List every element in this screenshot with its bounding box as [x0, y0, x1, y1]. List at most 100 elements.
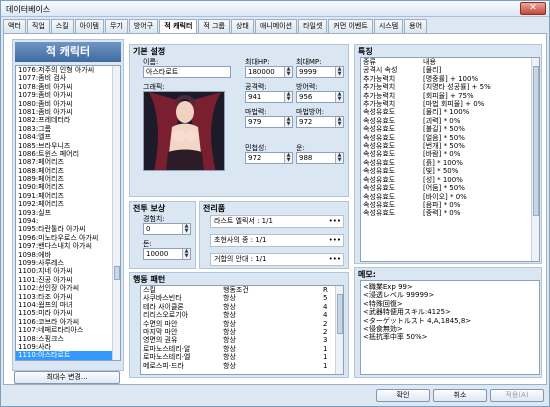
table-row[interactable]: 로마노스테리·엘 항상 1 — [141, 353, 337, 361]
list-item[interactable]: 1105:미라 아가씨 — [16, 309, 120, 317]
tab-8[interactable]: 상태 — [230, 19, 254, 33]
spin-arrows-icon[interactable]: ▲ ▼ — [335, 117, 343, 127]
name-field[interactable]: 아스타로트 — [143, 66, 231, 78]
list-item[interactable]: 1107:네페르타리아스 — [16, 326, 120, 334]
tab-4[interactable]: 무기 — [105, 19, 128, 33]
table-row[interactable]: 속성유효도 [물리] * 100% — [361, 108, 533, 116]
tab-0[interactable]: 액터 — [3, 19, 26, 33]
table-row[interactable]: 테라 사이클론 항상 4 — [141, 303, 337, 311]
spin-arrows-icon[interactable]: ▲ ▼ — [284, 153, 292, 163]
list-item[interactable]: 1092:페어리즈 — [16, 200, 120, 208]
spin-arrows-icon[interactable]: ▲ ▼ — [335, 92, 343, 102]
table-row[interactable]: 수면의 마안 항상 2 — [141, 320, 337, 328]
list-item[interactable]: 1096:미노타우로스 아가씨 — [16, 234, 120, 242]
maxhp-field[interactable]: 180000 ▲ ▼ — [245, 66, 293, 78]
cancel-button[interactable]: 취소 — [433, 389, 487, 402]
table-row[interactable]: 속성유효도 [흙] * 100% — [361, 159, 533, 167]
ok-button[interactable]: 확인 — [376, 389, 430, 402]
max-count-button[interactable]: 최대수 변경... — [14, 371, 120, 384]
tab-1[interactable]: 직업 — [26, 19, 50, 33]
list-item[interactable]: 1083:그롬 — [16, 125, 120, 133]
spin-arrows-icon[interactable]: ▲ ▼ — [284, 117, 292, 127]
spin-arrows-icon[interactable]: ▲ ▼ — [182, 249, 190, 259]
list-item[interactable]: 1087:페어리즈 — [16, 158, 120, 166]
spin-arrows-icon[interactable]: ▲ ▼ — [335, 153, 343, 163]
table-row[interactable]: 속성유효도 [얼음] * 50% — [361, 134, 533, 142]
mat-field[interactable]: 979 ▲ ▼ — [245, 116, 293, 128]
tab-7[interactable]: 적 그룹 — [198, 19, 230, 33]
enemy-list-scrollbar[interactable] — [112, 66, 120, 360]
table-row[interactable]: 추가능력치 [회피율] + 75% — [361, 92, 533, 100]
table-row[interactable]: 속성유효도 [성] * 100% — [361, 176, 533, 184]
table-row[interactable]: 속성유효도 [빛] * 50% — [361, 167, 533, 175]
tab-6[interactable]: 적 캐릭터 — [159, 19, 198, 34]
list-item[interactable]: 1106:코브라 아가씨 — [16, 318, 120, 326]
list-item[interactable]: 1100:지네 아가씨 — [16, 267, 120, 275]
table-row[interactable]: 추가능력치 [명중률] + 100% — [361, 75, 533, 83]
table-row[interactable]: 속성유효도 [음파] * 0% — [361, 201, 533, 209]
list-item[interactable]: 1090:페어리즈 — [16, 183, 120, 191]
table-row[interactable]: 속성유효도 [어둠] * 50% — [361, 184, 533, 192]
action-list-scrollbar[interactable] — [335, 286, 343, 374]
list-item[interactable]: 1093:실프 — [16, 209, 120, 217]
gold-field[interactable]: 10000 ▲ ▼ — [143, 248, 191, 260]
table-row[interactable]: 속성유효도 [바이오] * 0% — [361, 193, 533, 201]
list-item[interactable]: 1101:진공 아가씨 — [16, 276, 120, 284]
atk-field[interactable]: 941 ▲ ▼ — [245, 91, 293, 103]
exp-field[interactable]: 0 ▲ ▼ — [143, 223, 191, 235]
table-row[interactable]: 마지막 마안 항상 2 — [141, 328, 337, 336]
table-row[interactable]: 리리스오로기아 항상 4 — [141, 311, 337, 319]
tab-12[interactable]: 시스템 — [373, 19, 404, 33]
list-item[interactable]: 1095:타란툴라 아가씨 — [16, 225, 120, 233]
tab-9[interactable]: 애니메이션 — [254, 19, 298, 33]
spin-arrows-icon[interactable]: ▲ ▼ — [182, 224, 190, 234]
table-row[interactable]: 로마노스테리·알 항상 1 — [141, 345, 337, 353]
table-row[interactable]: 공격시 속성 [물리] — [361, 66, 533, 74]
list-item[interactable]: 1102:선인장 아가씨 — [16, 284, 120, 292]
agi-field[interactable]: 972 ▲ ▼ — [245, 152, 293, 164]
list-item[interactable]: 1091:페어리즈 — [16, 192, 120, 200]
spin-arrows-icon[interactable]: ▲ ▼ — [284, 67, 292, 77]
tab-13[interactable]: 용어 — [404, 19, 428, 33]
drop-item-1[interactable]: 라스트 엘릭서 : 1/1 ••• — [210, 215, 344, 228]
def-field[interactable]: 956 ▲ ▼ — [296, 91, 344, 103]
tab-11[interactable]: 커먼 이벤트 — [328, 19, 373, 33]
drop-item-3[interactable]: 거합의 안대 : 1/1 ••• — [210, 253, 344, 266]
table-row[interactable]: 속성유효도 [괴력] * 0% — [361, 117, 533, 125]
luk-field[interactable]: 988 ▲ ▼ — [296, 152, 344, 164]
list-item[interactable]: 1110:아스타로트 — [16, 351, 120, 360]
scroll-thumb[interactable] — [533, 66, 539, 216]
action-list[interactable]: 스킬 행동조건 R 사쿠바스빈타 항상 5 테라 사이클론 항상 4 리리스오로기아 항상 4 수면의 … — [140, 285, 344, 375]
list-item[interactable]: 1098:에바 — [16, 251, 120, 259]
list-item[interactable]: 1088:페어리즈 — [16, 167, 120, 175]
trait-list-scrollbar[interactable] — [531, 58, 539, 261]
tab-10[interactable]: 타일셋 — [298, 19, 328, 33]
trait-list[interactable]: 종류 내용 공격시 속성 [물리] 추가능력치 [명중률] + 100% 추가능력치 [치명타… — [360, 57, 540, 262]
table-row[interactable]: 메로스피·드라 항상 1 — [141, 362, 337, 370]
list-item[interactable]: 1077:좀비 검사 — [16, 74, 120, 82]
scroll-thumb[interactable] — [337, 294, 343, 334]
list-item[interactable]: 1078:좀비 아가씨 — [16, 83, 120, 91]
list-item[interactable]: 1082:프레데터라 — [16, 116, 120, 124]
table-row[interactable]: 속성유효도 [중력] * 0% — [361, 209, 533, 217]
table-row[interactable]: 추가능력치 [치명타 성공률] + 5% — [361, 83, 533, 91]
list-item[interactable]: 1084:엘프 — [16, 133, 120, 141]
drop-item-2[interactable]: 초현사의 종 : 1/1 ••• — [210, 234, 344, 247]
list-item[interactable]: 1080:좀비 아가씨 — [16, 100, 120, 108]
spin-arrows-icon[interactable]: ▲ ▼ — [284, 92, 292, 102]
list-item[interactable]: 1085:브라우니즈 — [16, 142, 120, 150]
apply-button[interactable]: 적용(A) — [490, 389, 544, 402]
scroll-thumb[interactable] — [114, 266, 120, 280]
table-row[interactable]: 속성유효도 [바람] * 0% — [361, 150, 533, 158]
maxmp-field[interactable]: 9999 ▲ ▼ — [296, 66, 344, 78]
tab-5[interactable]: 방어구 — [128, 19, 159, 33]
enemy-graphic[interactable] — [143, 91, 225, 171]
enemy-list[interactable]: 1076:저주의 인형 아가씨 1077:좀비 검사 1078:좀비 아가씨 1079… — [15, 65, 121, 361]
table-row[interactable]: 속성유효도 [번개] * 50% — [361, 142, 533, 150]
spin-arrows-icon[interactable]: ▲ ▼ — [335, 67, 343, 77]
list-item[interactable]: 1108:스핑크스 — [16, 335, 120, 343]
table-row[interactable]: 영면의 권유 항상 3 — [141, 336, 337, 344]
list-item[interactable]: 1079:좀비 아가씨 — [16, 91, 120, 99]
list-item[interactable]: 1097:밴다스내치 아가씨 — [16, 242, 120, 250]
mdf-field[interactable]: 972 ▲ ▼ — [296, 116, 344, 128]
